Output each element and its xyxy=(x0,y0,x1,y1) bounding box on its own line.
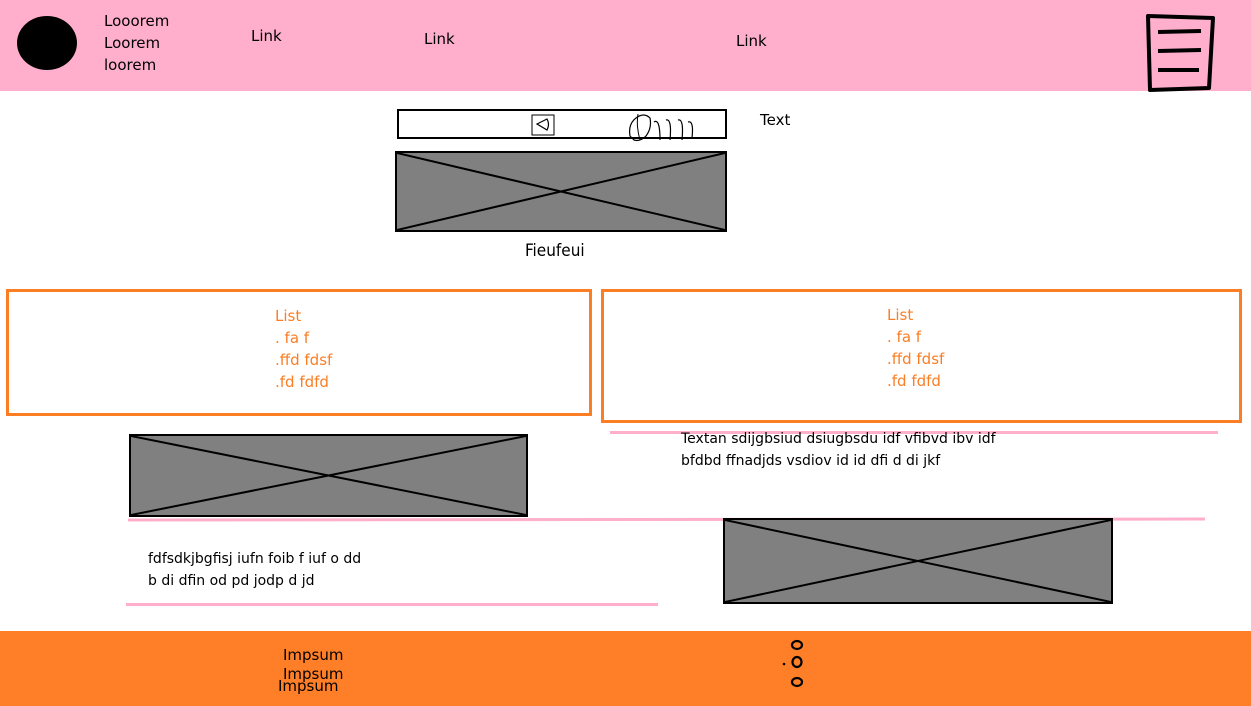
footer xyxy=(0,631,1251,706)
list-item: .ffd fdsf xyxy=(887,350,945,368)
footer-link-1[interactable]: Impsum xyxy=(283,646,344,664)
right-paragraph-line-1: Textan sdijgbsiud dsiugbsdu idf vfibvd i… xyxy=(681,431,996,447)
left-image-placeholder xyxy=(129,434,528,517)
hero-image-placeholder xyxy=(395,151,727,232)
list-item: . fa f xyxy=(275,329,310,347)
nav-link-1[interactable]: Link xyxy=(251,27,282,45)
search-icon[interactable] xyxy=(531,114,555,136)
vertical-dots-icon[interactable] xyxy=(778,637,808,691)
hand-icon xyxy=(629,113,694,142)
list-item: .ffd fdsf xyxy=(275,351,333,369)
footer-link-3[interactable]: Impsum xyxy=(278,677,339,695)
brand-line-2: Loorem xyxy=(104,34,161,52)
list-title: List xyxy=(887,306,914,324)
nav-link-2[interactable]: Link xyxy=(424,30,455,48)
left-paragraph-line-1: fdfsdkjbgfisj iufn foib f iuf o dd xyxy=(148,551,362,567)
list-item: . fa f xyxy=(887,328,922,346)
image-placeholder-icon xyxy=(725,520,1111,602)
list-title: List xyxy=(275,307,302,325)
menu-icon[interactable] xyxy=(1143,10,1217,92)
brand-line-3: loorem xyxy=(104,56,157,74)
brand-line-1: Looorem xyxy=(104,12,170,30)
header: Looorem Loorem loorem Link Link Link xyxy=(0,0,1251,92)
divider xyxy=(126,603,658,606)
logo[interactable] xyxy=(17,16,77,70)
right-paragraph-line-2: bfdbd ffnadjds vsdiov id id dfi d di jkf xyxy=(681,453,941,469)
left-paragraph-line-2: b di dfin od pd jodp d jd xyxy=(148,573,315,589)
list-item: .fd fdfd xyxy=(275,373,329,391)
nav-link-3[interactable]: Link xyxy=(736,32,767,50)
image-placeholder-icon xyxy=(131,436,526,515)
image-placeholder-icon xyxy=(397,153,725,230)
right-image-placeholder xyxy=(723,518,1113,604)
hero-caption: Fieufeui xyxy=(525,241,585,261)
search-side-text: Text xyxy=(760,111,791,129)
list-item: .fd fdfd xyxy=(887,372,941,390)
